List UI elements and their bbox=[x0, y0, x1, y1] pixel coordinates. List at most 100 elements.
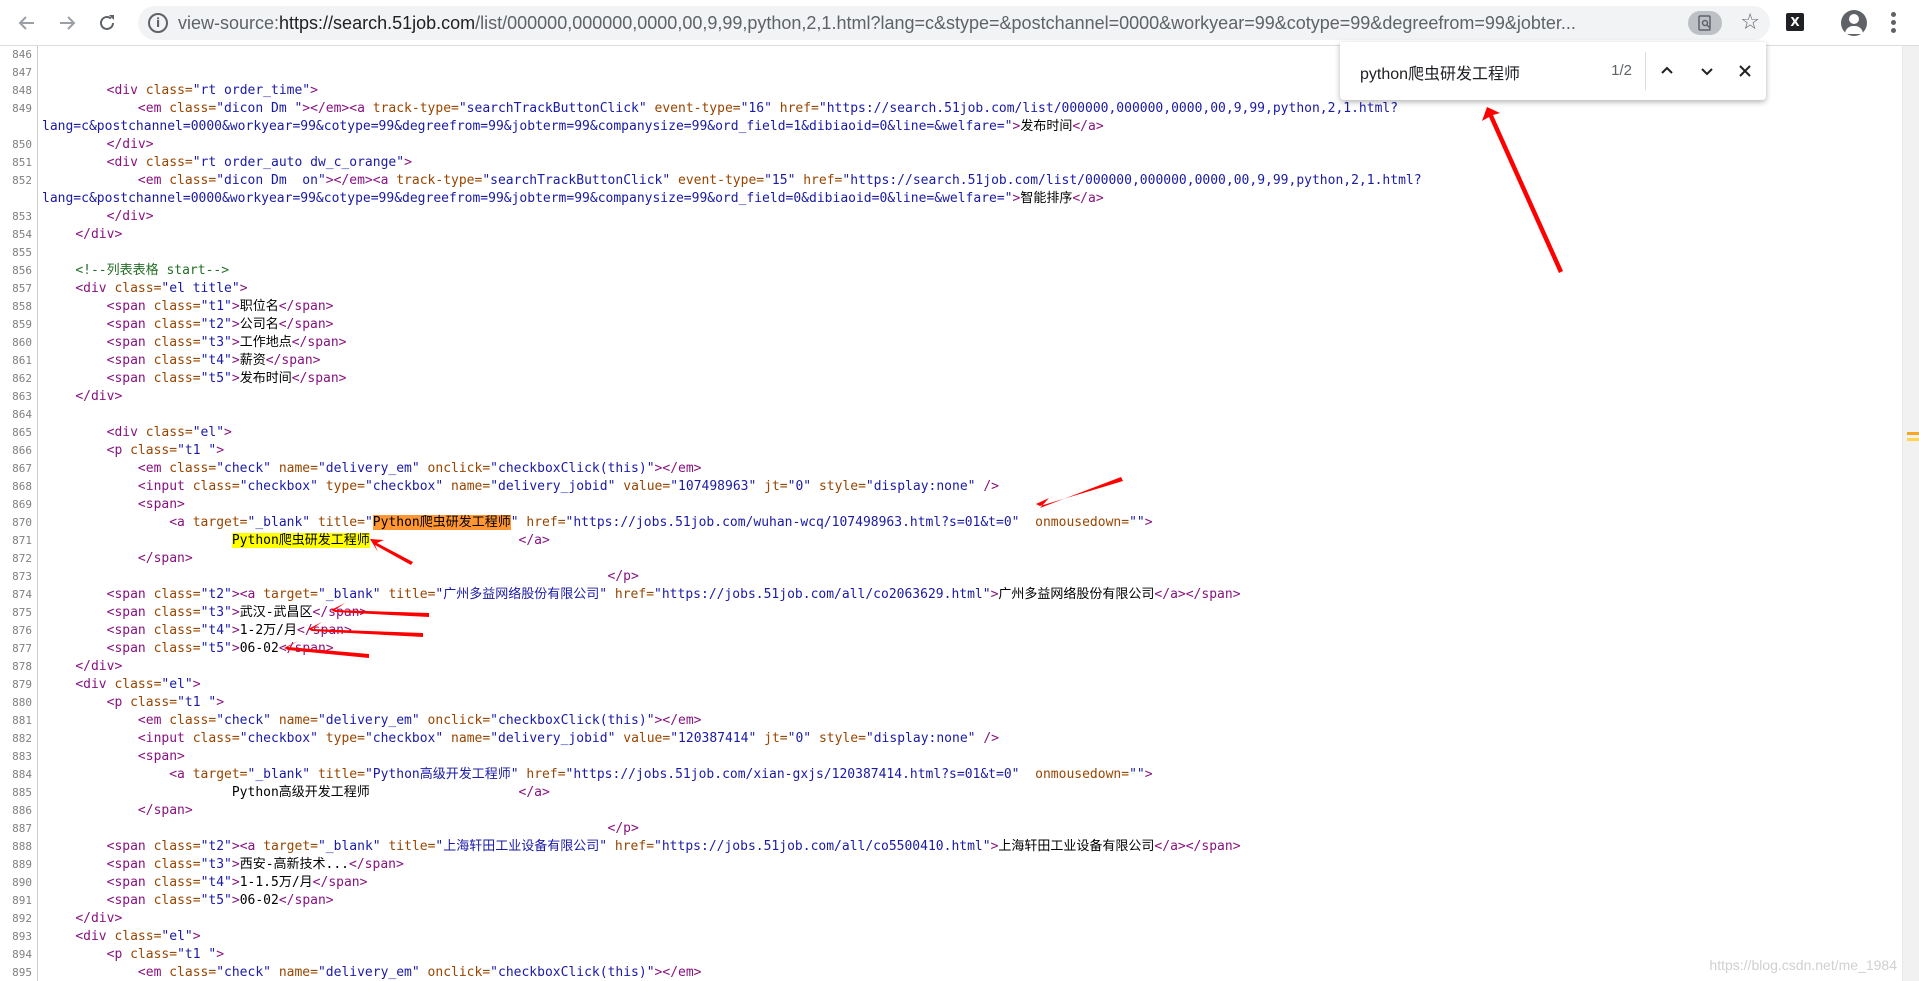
extension-icon[interactable]: X bbox=[1786, 13, 1804, 31]
line-code: </div> bbox=[44, 388, 122, 406]
text-token: 武汉-武昌区 bbox=[239, 605, 313, 620]
tag-token: </div> bbox=[75, 659, 123, 674]
site-info-icon[interactable]: i bbox=[148, 13, 168, 33]
line-number: 887 bbox=[12, 822, 32, 835]
attribute-value-token: "t5" bbox=[200, 371, 232, 386]
wrapped-continuation: lang=c&postchannel=0000&workyear=99&coty… bbox=[42, 118, 1424, 136]
find-close-icon[interactable] bbox=[1730, 56, 1760, 86]
account-avatar-icon[interactable] bbox=[1841, 10, 1867, 36]
tag-token: > bbox=[224, 425, 232, 440]
tag-token: </span> bbox=[291, 335, 347, 350]
attribute-value-token: "delivery_jobid" bbox=[490, 731, 616, 746]
attribute-value-token: "0" bbox=[787, 731, 812, 746]
line-code: <input class="checkbox" type="checkbox" … bbox=[44, 730, 999, 748]
tag-token: <span bbox=[106, 857, 146, 872]
more-menu-icon[interactable] bbox=[1890, 12, 1896, 33]
source-line: 851 <div class="rt order_auto dw_c_orang… bbox=[0, 154, 1902, 172]
attribute-name-token: onclick= bbox=[427, 713, 491, 728]
find-input[interactable]: python爬虫研发工程师 bbox=[1360, 60, 1520, 84]
text-token: 广州多益网络股份有限公司 bbox=[998, 587, 1155, 602]
forward-arrow-icon[interactable] bbox=[52, 8, 82, 38]
attribute-name-token: class= bbox=[153, 641, 201, 656]
attribute-name-token: href= bbox=[779, 101, 819, 116]
attribute-value-token: "searchTrackButtonClick" bbox=[482, 173, 671, 188]
tag-token: <p bbox=[106, 947, 123, 962]
source-line: 882 <input class="checkbox" type="checkb… bbox=[0, 730, 1902, 748]
source-line: 850 </div> bbox=[0, 136, 1902, 154]
attribute-name-token: class= bbox=[145, 83, 193, 98]
attribute-name-token: value= bbox=[623, 731, 671, 746]
attribute-name-token: class= bbox=[153, 587, 201, 602]
attribute-value-token: lang=c&postchannel=0000&workyear=99&coty… bbox=[42, 191, 1013, 206]
attribute-value-token: "https://search.51job.com/list/000000,00… bbox=[842, 173, 1422, 188]
line-number: 889 bbox=[12, 858, 32, 871]
tag-token: </span> bbox=[137, 803, 193, 818]
line-code: </span> bbox=[44, 550, 193, 568]
line-number: 866 bbox=[12, 444, 32, 457]
line-code: <span class="t5">06-02</span> bbox=[44, 892, 334, 910]
reload-icon[interactable] bbox=[92, 8, 122, 38]
source-line: 891 <span class="t5">06-02</span> bbox=[0, 892, 1902, 910]
url-scheme: view-source: bbox=[178, 13, 280, 33]
line-code: <span class="t2">公司名</span> bbox=[44, 316, 334, 334]
tag-token: </span> bbox=[312, 875, 368, 890]
back-arrow-icon[interactable] bbox=[12, 8, 42, 38]
find-previous-chevron-up-icon[interactable] bbox=[1652, 56, 1682, 86]
tag-token: </p> bbox=[607, 569, 639, 584]
attribute-name-token: name= bbox=[451, 731, 491, 746]
tag-token: > bbox=[192, 677, 201, 692]
attribute-value-token: "checkbox" bbox=[364, 479, 444, 494]
source-line: 873 </p> bbox=[0, 568, 1902, 586]
attribute-value-token: "checkbox" bbox=[239, 479, 318, 494]
line-number: 880 bbox=[12, 696, 32, 709]
line-code: <div class="el"> bbox=[44, 676, 201, 694]
line-code: <span class="t2"><a target="_blank" titl… bbox=[44, 586, 1241, 604]
tag-token: <div bbox=[106, 155, 138, 170]
line-code: <span class="t5">06-02</span> bbox=[44, 640, 334, 658]
source-line: 892 </div> bbox=[0, 910, 1902, 928]
attribute-name-token: jt= bbox=[764, 479, 788, 494]
text-token: 发布时间 bbox=[239, 371, 292, 386]
attribute-value-token: lang=c&postchannel=0000&workyear=99&coty… bbox=[42, 119, 1013, 134]
attribute-name-token: name= bbox=[278, 965, 318, 980]
source-line: 866 <p class="t1 "> bbox=[0, 442, 1902, 460]
tag-token: <span bbox=[106, 587, 146, 602]
tag-token: <input bbox=[137, 479, 185, 494]
line-code: </p> bbox=[44, 820, 639, 838]
find-in-page-icon[interactable] bbox=[1688, 11, 1722, 35]
tag-token: </span> bbox=[278, 893, 334, 908]
source-line: 878 </div> bbox=[0, 658, 1902, 676]
tag-token: > bbox=[231, 641, 240, 656]
tag-token: <span bbox=[106, 335, 146, 350]
tag-token: </div> bbox=[106, 137, 154, 152]
find-next-chevron-down-icon[interactable] bbox=[1692, 56, 1722, 86]
attribute-value-token: "el" bbox=[192, 425, 225, 440]
find-match-active: Python爬虫研发工程师 bbox=[372, 515, 511, 530]
line-number: 882 bbox=[12, 732, 32, 745]
line-code: <span class="t3">武汉-武昌区</span> bbox=[44, 604, 368, 622]
line-code: </div> bbox=[44, 226, 122, 244]
address-bar[interactable]: i view-source:https://search.51job.com/l… bbox=[138, 6, 1770, 40]
bookmark-star-icon[interactable]: ☆ bbox=[1740, 10, 1760, 36]
vertical-scrollbar[interactable] bbox=[1902, 46, 1919, 981]
attribute-name-token: class= bbox=[153, 371, 201, 386]
attribute-value-token: "el" bbox=[161, 677, 193, 692]
tag-token: <span bbox=[106, 371, 146, 386]
line-code: <a target="_blank" title="Python高级开发工程师"… bbox=[44, 766, 1152, 784]
attribute-name-token: track-type= bbox=[372, 101, 459, 116]
tag-token: <div bbox=[75, 281, 107, 296]
address-url[interactable]: view-source:https://search.51job.com/lis… bbox=[178, 13, 1648, 33]
source-line: 888 <span class="t2"><a target="_blank" … bbox=[0, 838, 1902, 856]
tag-token: <em bbox=[137, 965, 162, 980]
attribute-name-token: class= bbox=[153, 623, 201, 638]
